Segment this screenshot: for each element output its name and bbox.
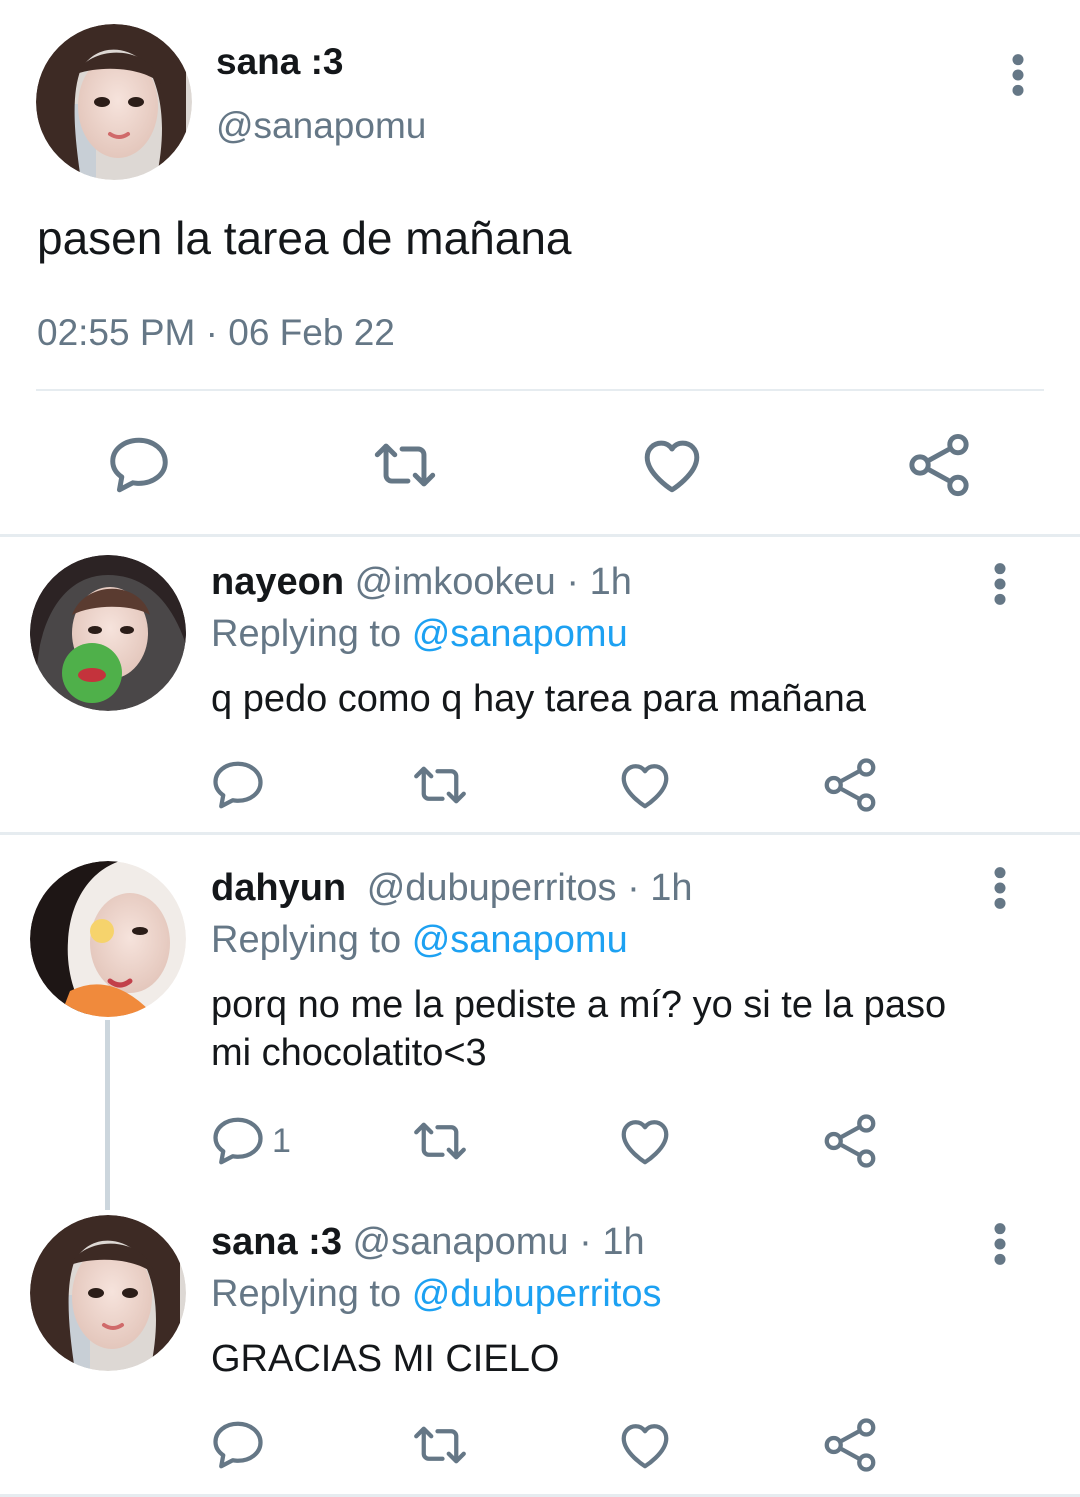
mention-link[interactable]: @sanapomu — [412, 613, 628, 655]
avatar[interactable] — [30, 555, 186, 711]
reply-tweet[interactable]: sana :3 @sanapomu · 1h Replying to @dubu… — [0, 1195, 1080, 1495]
replying-prefix: Replying to — [211, 613, 402, 655]
share-icon[interactable] — [820, 755, 880, 815]
retweet-icon[interactable] — [410, 1415, 470, 1475]
avatar[interactable] — [30, 861, 186, 1017]
avatar[interactable] — [30, 1215, 186, 1371]
reply-header: dahyun @dubuperritos · 1h — [211, 865, 693, 911]
like-icon[interactable] — [615, 755, 675, 815]
share-icon[interactable] — [904, 430, 974, 500]
like-icon[interactable] — [615, 1415, 675, 1475]
reply-time: 1h — [650, 867, 693, 909]
avatar-image — [30, 861, 186, 1017]
display-name[interactable]: sana :3 — [211, 1221, 342, 1263]
main-tweet: sana :3 @sanapomu pasen la tarea de maña… — [0, 0, 1080, 534]
separator-dot: · — [566, 561, 580, 603]
replying-to: Replying to @sanapomu — [211, 917, 628, 963]
avatar-image — [36, 24, 192, 180]
like-icon[interactable] — [615, 1111, 675, 1171]
reply-text: GRACIAS MI CIELO — [211, 1338, 560, 1380]
reply-count: 1 — [272, 1122, 291, 1160]
more-options-icon[interactable] — [980, 865, 1020, 911]
reply-icon[interactable] — [208, 1111, 268, 1171]
mention-link[interactable]: @dubuperritos — [412, 1273, 662, 1315]
user-handle[interactable]: @dubuperritos — [367, 867, 617, 909]
reply-time: 1h — [602, 1221, 645, 1263]
reply-icon[interactable] — [208, 755, 268, 815]
user-handle[interactable]: @sanapomu — [353, 1221, 569, 1263]
user-handle[interactable]: @imkookeu — [355, 561, 556, 603]
divider — [36, 389, 1044, 391]
replying-prefix: Replying to — [211, 1273, 402, 1315]
retweet-icon[interactable] — [370, 430, 440, 500]
replying-to: Replying to @dubuperritos — [211, 1271, 662, 1317]
replying-prefix: Replying to — [211, 919, 402, 961]
reply-time: 1h — [589, 561, 632, 603]
retweet-icon[interactable] — [410, 755, 470, 815]
reply-tweet[interactable]: dahyun @dubuperritos · 1h Replying to @s… — [0, 835, 1080, 1195]
separator-dot: · — [579, 1221, 592, 1263]
reply-header: nayeon @imkookeu · 1h — [211, 559, 632, 605]
display-name[interactable]: nayeon — [211, 561, 344, 603]
avatar-image — [30, 555, 186, 711]
display-name[interactable]: sana :3 — [216, 40, 344, 84]
avatar-image — [30, 1215, 186, 1371]
separator-dot: · — [627, 867, 640, 909]
tweet-actions — [0, 430, 1080, 500]
replying-to: Replying to @sanapomu — [211, 611, 628, 657]
reply-icon[interactable] — [208, 1415, 268, 1475]
user-handle[interactable]: @sanapomu — [216, 104, 426, 148]
like-icon[interactable] — [637, 430, 707, 500]
reply-icon[interactable] — [104, 430, 174, 500]
tweet-text: pasen la tarea de mañana — [37, 212, 572, 264]
reply-header: sana :3 @sanapomu · 1h — [211, 1219, 645, 1265]
share-icon[interactable] — [820, 1111, 880, 1171]
reply-text: porq no me la pediste a mí? yo si te la … — [211, 984, 947, 1074]
thread-connector-line — [105, 1020, 110, 1210]
more-options-icon[interactable] — [980, 561, 1020, 607]
reply-text: q pedo como q hay tarea para mañana — [211, 678, 866, 720]
avatar[interactable] — [36, 24, 192, 180]
mention-link[interactable]: @sanapomu — [412, 919, 628, 961]
tweet-timestamp: 02:55 PM · 06 Feb 22 — [37, 312, 395, 353]
more-options-icon[interactable] — [998, 52, 1038, 98]
share-icon[interactable] — [820, 1415, 880, 1475]
display-name[interactable]: dahyun — [211, 867, 346, 909]
retweet-icon[interactable] — [410, 1111, 470, 1171]
more-options-icon[interactable] — [980, 1221, 1020, 1267]
reply-tweet[interactable]: nayeon @imkookeu · 1h Replying to @sanap… — [0, 537, 1080, 832]
